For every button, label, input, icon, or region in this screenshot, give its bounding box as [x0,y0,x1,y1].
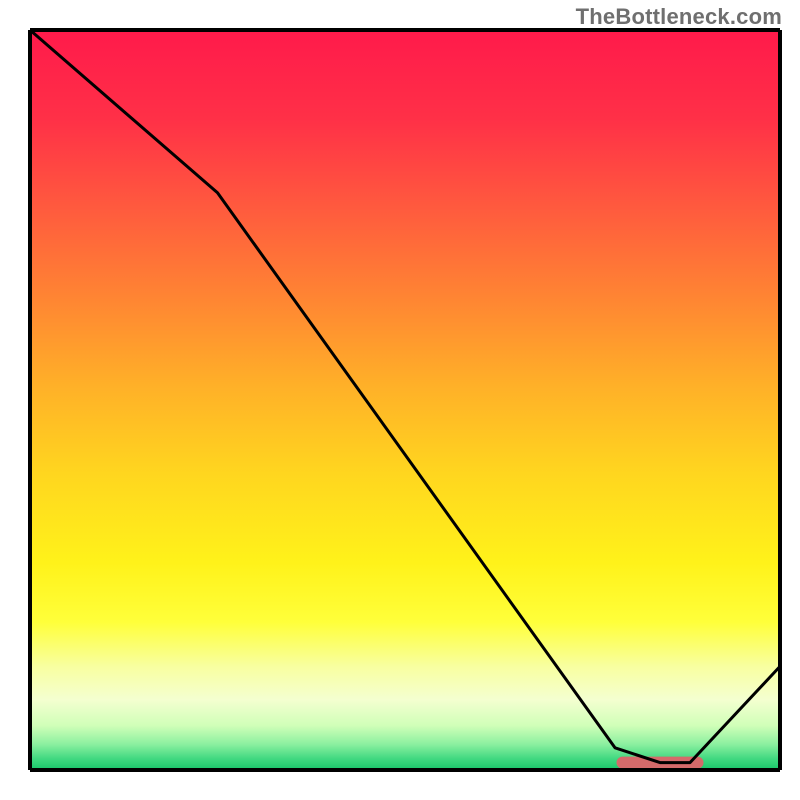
bottleneck-chart [0,0,800,800]
chart-container: TheBottleneck.com [0,0,800,800]
gradient-background [30,30,780,770]
